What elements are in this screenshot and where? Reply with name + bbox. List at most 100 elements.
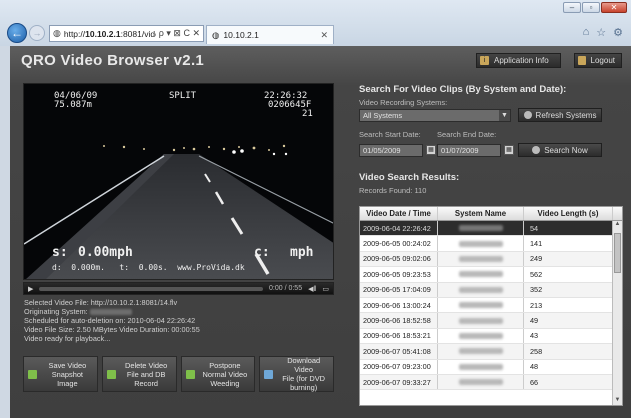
tab-close-icon[interactable]: ✕ xyxy=(320,30,328,41)
cell-length: 258 xyxy=(524,344,613,359)
close-window-button[interactable]: ✕ xyxy=(601,2,627,13)
end-date-input[interactable]: 01/07/2009 xyxy=(437,144,501,157)
table-row[interactable]: 2009-06-07 09:23:00 48 xyxy=(360,359,622,375)
download-video-button[interactable]: Download Video File (for DVD burning) xyxy=(259,356,334,392)
osd-number: 21 xyxy=(302,109,313,119)
cell-system xyxy=(438,344,524,359)
cell-date: 2009-06-06 18:53:21 xyxy=(360,328,438,344)
table-scrollbar[interactable]: ▲ ▼ xyxy=(612,221,622,405)
col-length-header[interactable]: Video Length (s) xyxy=(524,207,613,220)
start-date-input[interactable]: 01/05/2009 xyxy=(359,144,423,157)
redacted-system-name xyxy=(458,286,503,293)
redacted-system-name xyxy=(458,225,503,232)
url-path: :8081/video xyxy=(120,28,156,39)
scroll-down-icon[interactable]: ▼ xyxy=(613,397,622,405)
fullscreen-icon[interactable]: ▭ xyxy=(322,285,329,293)
address-actions-icons[interactable]: ρ ▾ ⊠ C ✕ xyxy=(159,28,200,39)
refresh-systems-button[interactable]: Refresh Systems xyxy=(518,108,602,122)
scroll-up-icon[interactable]: ▲ xyxy=(613,221,622,230)
save-snapshot-button[interactable]: Save Video Snapshot Image xyxy=(23,356,98,392)
info-system-row: Originating System: xyxy=(24,307,334,316)
table-row[interactable]: 2009-06-05 17:04:09 352 xyxy=(360,282,622,298)
home-icon[interactable]: ⌂ xyxy=(583,26,590,39)
address-bar[interactable]: ◍ http://10.10.2.1:8081/video ρ ▾ ⊠ C ✕ xyxy=(49,25,204,42)
settings-gear-icon[interactable]: ⚙ xyxy=(613,26,623,39)
table-row[interactable]: 2009-06-05 09:02:06 249 xyxy=(360,251,622,268)
play-icon[interactable]: ▶ xyxy=(28,285,33,293)
tab-page-icon: ◍ xyxy=(212,29,220,40)
cell-date: 2009-06-04 22:26:42 xyxy=(360,221,438,236)
systems-label: Video Recording Systems: xyxy=(359,98,448,107)
back-button[interactable]: ← xyxy=(7,23,27,43)
table-row[interactable]: 2009-06-05 09:23:53 562 xyxy=(360,267,622,283)
table-row[interactable]: 2009-06-07 05:41:08 258 xyxy=(360,344,622,360)
postpone-icon xyxy=(185,369,195,379)
table-row[interactable]: 2009-06-07 09:33:27 66 xyxy=(360,374,622,391)
window-controls: – ▫ ✕ xyxy=(563,2,627,13)
video-player[interactable]: 04/06/09 75.087m SPLIT 22:26:32 0206645F… xyxy=(23,83,334,280)
cell-date: 2009-06-05 00:24:02 xyxy=(360,236,438,251)
redacted-system-name xyxy=(458,348,503,355)
search-now-button[interactable]: Search Now xyxy=(518,143,602,157)
table-header: Video Date / Time System Name Video Leng… xyxy=(360,207,622,221)
redacted-system-name xyxy=(458,317,503,324)
video-actions: Save Video Snapshot Image Delete Video F… xyxy=(23,356,334,392)
download-icon xyxy=(264,369,274,379)
application-info-label: Application Info xyxy=(494,56,549,65)
logout-button[interactable]: Logout xyxy=(574,53,622,68)
cell-length: 141 xyxy=(524,236,613,251)
start-calendar-icon[interactable]: ▦ xyxy=(426,145,436,155)
logout-icon xyxy=(578,56,586,65)
volume-icon[interactable]: ◀‖ xyxy=(308,285,316,293)
table-row[interactable]: 2009-06-06 18:53:21 43 xyxy=(360,328,622,345)
cell-system xyxy=(438,267,524,282)
table-row[interactable]: 2009-06-05 00:24:02 141 xyxy=(360,236,622,252)
time-display: 0:00 / 0:55 xyxy=(269,285,303,292)
favorites-star-icon[interactable]: ☆ xyxy=(596,26,606,39)
cell-system xyxy=(438,282,524,297)
osd-c-speed: mph xyxy=(290,245,314,260)
refresh-icon xyxy=(523,111,532,119)
minimize-button[interactable]: – xyxy=(563,2,581,13)
table-row[interactable]: 2009-06-06 13:00:24 213 xyxy=(360,297,622,314)
redacted-system-name xyxy=(458,240,503,247)
redacted-system-name xyxy=(458,255,503,262)
address-url[interactable]: http://10.10.2.1:8081/video xyxy=(64,29,156,39)
delete-video-button[interactable]: Delete Video File and DB Record xyxy=(101,356,177,392)
forward-button[interactable]: → xyxy=(29,25,45,41)
cell-date: 2009-06-05 09:02:06 xyxy=(360,251,438,267)
info-system: Originating System: xyxy=(24,307,88,316)
table-row[interactable]: 2009-06-04 22:26:42 54 xyxy=(360,221,622,237)
app-window: QRO Video Browser v2.1 i Application Inf… xyxy=(10,46,631,418)
scroll-thumb[interactable] xyxy=(614,233,621,273)
results-table: Video Date / Time System Name Video Leng… xyxy=(359,206,623,406)
cell-date: 2009-06-06 13:00:24 xyxy=(360,297,438,313)
table-row[interactable]: 2009-06-06 18:52:58 49 xyxy=(360,313,622,329)
seek-bar[interactable] xyxy=(39,286,263,291)
browser-tab[interactable]: ◍ 10.10.2.1 ✕ xyxy=(206,25,334,44)
maximize-button[interactable]: ▫ xyxy=(582,2,600,13)
osd-s-label: s: xyxy=(52,245,68,260)
cell-length: 249 xyxy=(524,251,613,267)
url-host: 10.10.2.1 xyxy=(85,28,121,39)
redacted-system xyxy=(89,309,132,316)
url-prefix: http:// xyxy=(63,28,86,39)
end-calendar-icon[interactable]: ▦ xyxy=(504,145,514,155)
video-frame xyxy=(24,84,333,279)
col-date-header[interactable]: Video Date / Time xyxy=(360,207,438,220)
col-system-header[interactable]: System Name xyxy=(438,207,524,220)
application-info-button[interactable]: i Application Info xyxy=(476,53,561,68)
cell-date: 2009-06-07 09:23:00 xyxy=(360,359,438,374)
cell-length: 48 xyxy=(524,359,613,374)
records-found: Records Found: 110 xyxy=(359,186,427,195)
video-controls: ▶ 0:00 / 0:55 ◀‖ ▭ xyxy=(23,282,334,295)
postpone-weeding-label: Postpone Normal Video Weeding xyxy=(202,360,248,388)
systems-select[interactable]: All Systems ▼ xyxy=(359,109,511,122)
cell-system xyxy=(438,251,524,267)
logout-label: Logout xyxy=(590,56,615,65)
results-heading: Video Search Results: xyxy=(359,172,460,183)
cell-system xyxy=(438,313,524,328)
cell-date: 2009-06-06 18:52:58 xyxy=(360,313,438,328)
delete-video-label: Delete Video File and DB Record xyxy=(125,360,168,388)
postpone-weeding-button[interactable]: Postpone Normal Video Weeding xyxy=(180,356,256,392)
